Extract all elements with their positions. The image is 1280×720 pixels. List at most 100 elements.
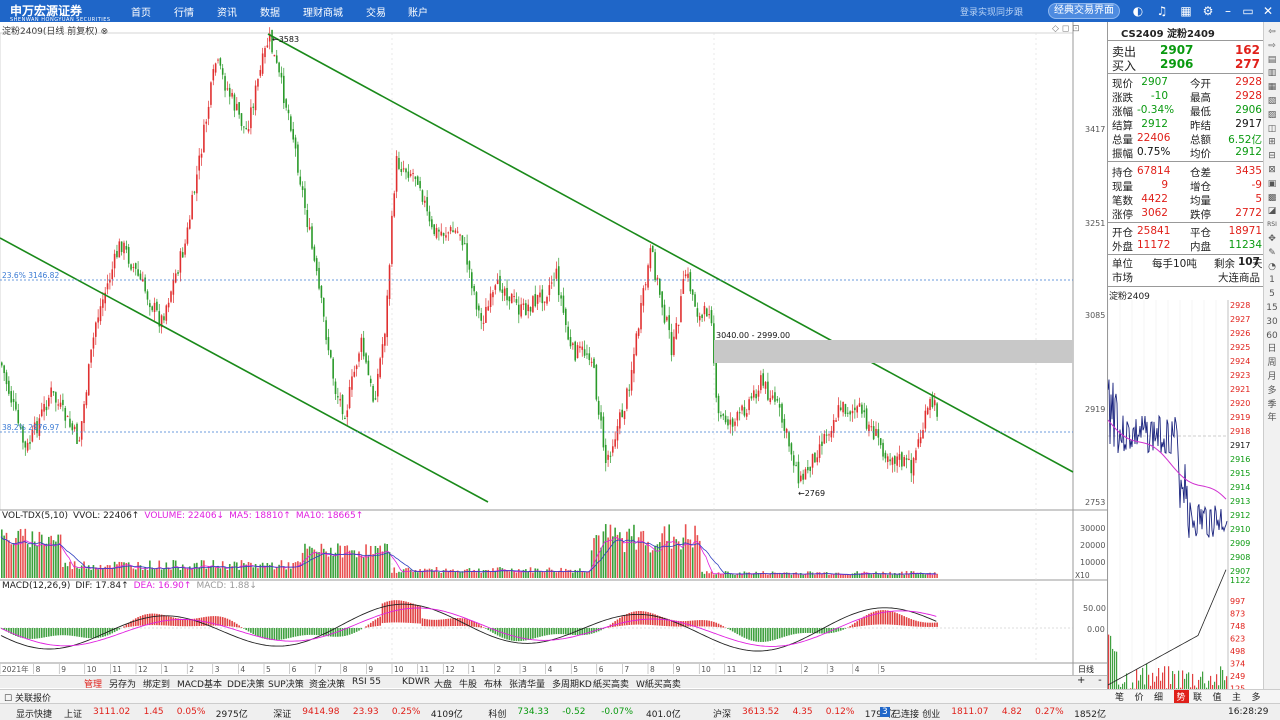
x-tick: 6 xyxy=(292,665,297,674)
chart-area[interactable]: 3040.00 - 2999.00 23.6% 3146.82 38.2% 29… xyxy=(0,22,1107,675)
right-panel-tabs: 笔价细势联值主多 xyxy=(1107,690,1263,703)
x-tick: 4 xyxy=(855,665,860,674)
vol-title-3: MA5: 18810↑ xyxy=(229,511,291,521)
toolbar-button-icon[interactable]: 周 xyxy=(1266,357,1278,369)
ticker-item: 734.33 xyxy=(517,707,549,717)
toolbar-button-icon[interactable]: 年 xyxy=(1266,412,1278,424)
toolbar-button-icon[interactable]: ⊠ xyxy=(1266,164,1278,176)
mini-price-tick: 2924 xyxy=(1230,357,1250,366)
ticker-item: 上证 xyxy=(64,710,83,720)
nav-home[interactable]: 首页 xyxy=(131,4,151,19)
mini-vol-tick: 997 xyxy=(1230,597,1245,606)
mini-price-tick: 2916 xyxy=(1230,455,1250,464)
quote-tab[interactable]: 值 xyxy=(1213,690,1222,703)
maximize-icon[interactable]: ▭ xyxy=(1240,3,1256,19)
toolbar-button-icon[interactable]: ▦ xyxy=(1266,81,1278,93)
toolbar-button-icon[interactable]: 季 xyxy=(1266,399,1278,411)
toolbar-button-icon[interactable]: 60 xyxy=(1266,330,1278,342)
login-sync-link[interactable]: 登录实现同步跟 xyxy=(960,5,1023,18)
mini-price-tick: 2917 xyxy=(1230,441,1250,450)
nav-account[interactable]: 账户 xyxy=(408,4,428,19)
low-marker-label: ←2769 xyxy=(798,489,825,498)
x-tick: 1 xyxy=(471,665,476,674)
toolbar-button-icon[interactable]: ⇦ xyxy=(1266,26,1278,38)
toolbar-button-icon[interactable]: 30 xyxy=(1266,316,1278,328)
toolbar-button-icon[interactable]: ◪ xyxy=(1266,205,1278,217)
vol-tick: 10000 xyxy=(1080,558,1105,567)
toolbar-button-icon[interactable]: ⊟ xyxy=(1266,150,1278,162)
indicator-tab[interactable]: KDWR xyxy=(402,677,430,687)
right-toolbar: ⇦ ⇨ ▤ ▥ ▦ ▧ ▨ ◫ ⊞ ⊟ ⊠ ▣ ▩ ◪ RSI ✥ ✎ ◔ 1 5 15 30 60 日周月多季年 xyxy=(1263,22,1280,689)
toolbar-button-icon[interactable]: 多 xyxy=(1266,385,1278,397)
mini-vol-tick: 374 xyxy=(1230,660,1245,669)
close-icon[interactable]: ✕ xyxy=(1260,3,1276,19)
toolbar-button-icon[interactable]: ◔ xyxy=(1266,261,1278,273)
x-tick: 9 xyxy=(676,665,681,674)
nav-data[interactable]: 数据 xyxy=(260,4,280,19)
x-tick: 2 xyxy=(496,665,501,674)
gap-zone[interactable] xyxy=(714,340,1073,363)
nav-wealth-mall[interactable]: 理财商城 xyxy=(303,4,343,19)
x-tick: 8 xyxy=(650,665,655,674)
toolbar-button-icon[interactable]: 月 xyxy=(1266,371,1278,383)
indicator-tab[interactable]: RSI 55 xyxy=(352,677,381,687)
macd-title-2: DEA: 16.90↑ xyxy=(133,581,192,591)
toolbar-button-icon[interactable]: 日 xyxy=(1266,343,1278,355)
mini-price-tick: 2907 xyxy=(1230,567,1250,576)
x-tick: 5 xyxy=(880,665,885,674)
nav-news[interactable]: 资讯 xyxy=(217,4,237,19)
toolbar-button-icon[interactable]: ✎ xyxy=(1266,247,1278,259)
toolbar-button-icon[interactable]: 5 xyxy=(1266,288,1278,300)
x-tick: 7 xyxy=(317,665,322,674)
classic-trade-button[interactable]: 经典交易界面 xyxy=(1048,3,1120,19)
ticker-item: 显示快捷 xyxy=(16,710,53,720)
x-tick: 2 xyxy=(804,665,809,674)
settings-icon[interactable]: ⚙ xyxy=(1200,3,1216,19)
rows2-row: 笔数 4422 均量 5 xyxy=(1112,193,1262,207)
buy-row[interactable]: 买入 2906 277 xyxy=(1112,57,1260,73)
ticker-item: 1.45 xyxy=(143,707,164,717)
gap-label: 3040.00 - 2999.00 xyxy=(716,331,790,340)
toolbar-button-icon[interactable]: ▣ xyxy=(1266,178,1278,190)
trendline-lower[interactable] xyxy=(0,237,489,503)
toolbar-button-icon[interactable]: ▤ xyxy=(1266,54,1278,66)
sell-row[interactable]: 卖出 2907 162 xyxy=(1112,43,1260,59)
mini-price-tick: 2915 xyxy=(1230,469,1250,478)
price-pane-border xyxy=(0,32,1074,511)
toolbar-button-icon[interactable]: ▥ xyxy=(1266,67,1278,79)
quote-tab[interactable]: 细 xyxy=(1154,690,1163,703)
grid-icon[interactable]: ▦ xyxy=(1178,3,1194,19)
x-tick: 1 xyxy=(778,665,783,674)
high-marker-label: ←3583 xyxy=(272,35,299,44)
mini-price-tick: 2913 xyxy=(1230,497,1250,506)
quote-tab[interactable]: 笔 xyxy=(1115,690,1124,703)
quote-tab[interactable]: 价 xyxy=(1135,690,1144,703)
toolbar-button-icon[interactable]: ▨ xyxy=(1266,109,1278,121)
toolbar-button-icon[interactable]: ▧ xyxy=(1266,95,1278,107)
intraday-mini-chart[interactable]: 2928 2927 2926 2925 2924 2923 2921 2920 2919 2918… xyxy=(1108,300,1263,689)
quote-tab[interactable]: 联 xyxy=(1193,690,1202,703)
toolbar-button-icon[interactable]: ⊞ xyxy=(1266,136,1278,148)
rows1-row: 涨跌 -10 最高 2928 xyxy=(1112,90,1262,104)
quote-tab[interactable]: 多 xyxy=(1252,690,1261,703)
chart-tools-icons[interactable]: ◇ ◻ ⊡ xyxy=(1052,24,1080,34)
price-tick: 3085 xyxy=(1085,311,1105,320)
toolbar-button-icon[interactable]: ⇨ xyxy=(1266,40,1278,52)
toolbar-button-icon[interactable]: RSI xyxy=(1266,219,1278,231)
ticker-item: 科创 xyxy=(488,710,507,720)
zoom-controls[interactable]: + - xyxy=(1077,675,1102,686)
toolbar-button-icon[interactable]: 15 xyxy=(1266,302,1278,314)
headset-icon[interactable]: ♫ xyxy=(1154,3,1170,19)
trendline-upper[interactable] xyxy=(267,33,1074,473)
skin-icon[interactable]: ◐ xyxy=(1130,3,1146,19)
quote-tab[interactable]: 主 xyxy=(1232,690,1241,703)
toolbar-button-icon[interactable]: ▩ xyxy=(1266,192,1278,204)
nav-market[interactable]: 行情 xyxy=(174,4,194,19)
toolbar-button-icon[interactable]: ◫ xyxy=(1266,123,1278,135)
toolbar-button-icon[interactable]: 1 xyxy=(1266,274,1278,286)
mini-price-tick: 2919 xyxy=(1230,413,1250,422)
toolbar-button-icon[interactable]: ✥ xyxy=(1266,233,1278,245)
minimize-icon[interactable]: – xyxy=(1220,3,1236,19)
quote-tab[interactable]: 势 xyxy=(1173,690,1189,703)
nav-trade[interactable]: 交易 xyxy=(366,4,386,19)
